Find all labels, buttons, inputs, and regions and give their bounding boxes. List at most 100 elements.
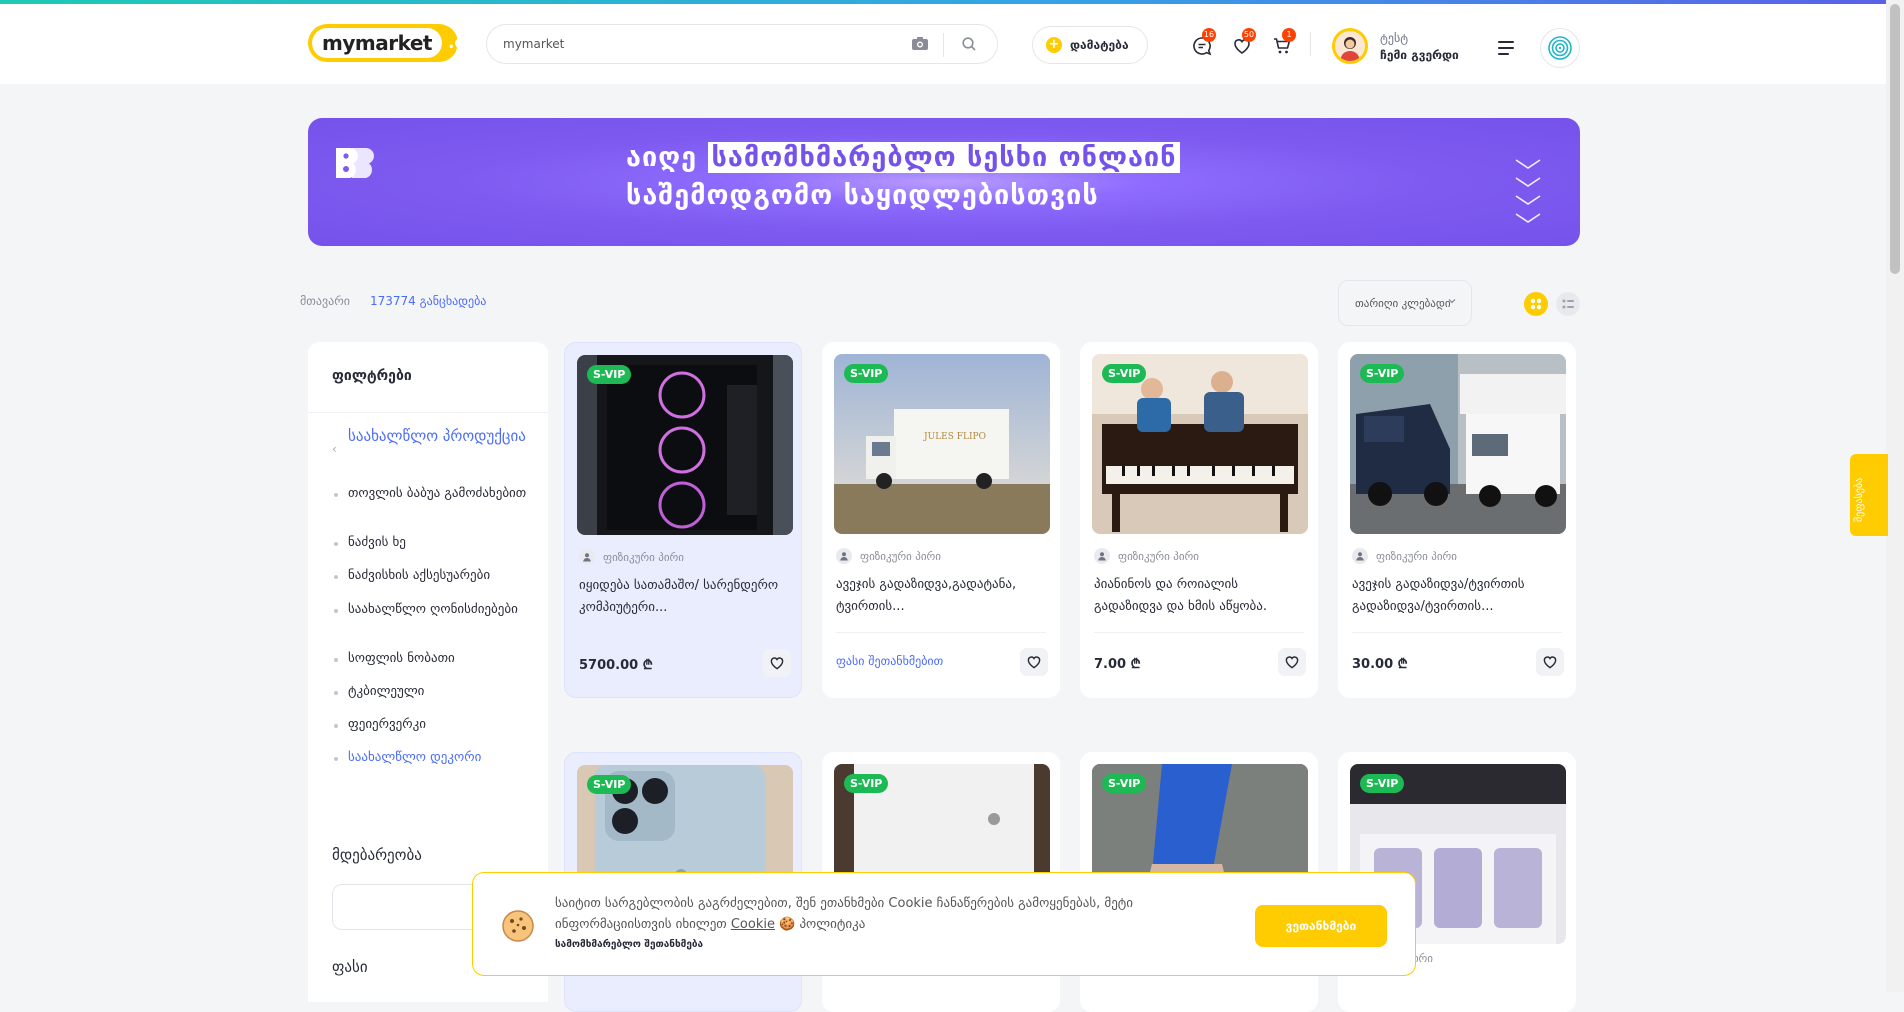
logo-suffix: .ge — [447, 33, 479, 53]
svip-badge: S-VIP — [1360, 774, 1405, 793]
subcategory-item[interactable]: თოვლის ბაბუა გამოძახებით — [334, 484, 538, 504]
product-price: 30.00 ₾ — [1352, 657, 1408, 672]
sort-select[interactable]: თარიღი კლებადი — [1338, 280, 1472, 326]
subcategory-item-active[interactable]: საახალწლო დეკორი — [334, 748, 538, 768]
logo[interactable]: mymarket .ge — [308, 24, 478, 62]
favorite-button[interactable] — [1278, 648, 1306, 676]
grid-icon — [1530, 298, 1542, 310]
chevron-down-icon — [1448, 299, 1456, 304]
price-title: ფასი — [332, 958, 368, 976]
subcategory-item[interactable]: ნაძვისხის აქსესუარები — [334, 566, 538, 586]
accept-cookies-button[interactable]: ვეთანხმები — [1255, 905, 1387, 947]
favorites-button[interactable]: 50 — [1232, 28, 1256, 60]
search-divider — [943, 33, 944, 57]
bank-logo-icon — [334, 146, 378, 189]
seller-type: ფიზიკური პირი — [1352, 548, 1457, 564]
feedback-label: შეფასება — [1854, 477, 1865, 522]
product-card[interactable]: S-VIP ფიზიკური პირი იყიდება სათამაშო/ სა… — [564, 342, 802, 698]
filters-divider — [308, 412, 548, 413]
subcategory-item[interactable]: ფეიერვერკი — [334, 715, 538, 735]
favorite-button[interactable] — [763, 649, 791, 677]
seller-label: ფიზიკური პირი — [1376, 549, 1458, 563]
person-icon — [1352, 548, 1368, 564]
seller-type: ფიზიკური პირი — [1094, 548, 1199, 564]
grid-view-button[interactable] — [1524, 292, 1548, 316]
product-card[interactable]: S-VIP ფიზიკური პირი პიანინოს და როიალის … — [1080, 342, 1318, 698]
user-page-link[interactable]: ჩემი გვერდი — [1380, 48, 1459, 62]
subcategory-item[interactable]: ტკბილეული — [334, 682, 538, 702]
chevron-left-icon[interactable]: ‹ — [332, 442, 337, 456]
cart-button[interactable]: 1 — [1272, 28, 1296, 60]
banner-line-1: აიღე სამომხმარებლო სესხი ონლაინ — [626, 142, 1181, 173]
cookie-policy-link[interactable]: Cookie — [731, 917, 775, 932]
product-card[interactable]: JULES FLIPO S-VIP ფიზიკური პირი ავეჯის გ… — [822, 342, 1060, 698]
card-divider — [1094, 632, 1304, 633]
promo-banner[interactable]: აიღე სამომხმარებლო სესხი ონლაინ საშემოდგ… — [308, 118, 1580, 246]
card-divider — [1352, 632, 1562, 633]
search-box[interactable]: mymarket — [486, 24, 998, 64]
svip-badge: S-VIP — [1102, 364, 1147, 383]
breadcrumb-home[interactable]: მთავარი — [300, 294, 350, 308]
user-agreement-link[interactable]: სამომხმარებლო შეთანხმება — [555, 939, 703, 950]
header-separator — [1310, 32, 1311, 56]
seller-type: ფიზიკური პირი — [579, 549, 684, 565]
banner-line-1-plain: აიღე — [626, 142, 698, 173]
svip-badge: S-VIP — [1360, 364, 1405, 383]
subcategory-item[interactable]: ნაძვის ხე — [334, 533, 538, 553]
cookie-icon — [501, 909, 535, 947]
user-name[interactable]: ტესტ — [1380, 31, 1408, 45]
camera-icon[interactable] — [911, 36, 929, 56]
seller-type: ფიზიკური პირი — [836, 548, 941, 564]
scrollbar-thumb[interactable] — [1890, 4, 1900, 274]
product-title[interactable]: იყიდება სათამაშო/ სარენდერო კომპიუტერი..… — [579, 575, 789, 619]
product-title[interactable]: ავეჯის გადაზიდვა,გადატანა, ტვირთის... — [836, 574, 1046, 618]
product-price: 5700.00 ₾ — [579, 658, 653, 673]
svip-badge: S-VIP — [844, 364, 889, 383]
seller-label: ფიზიკური პირი — [860, 549, 942, 563]
cookie-banner: საიტით სარგებლობის გაგრძელებით, შენ ეთან… — [472, 872, 1416, 976]
heart-icon — [1027, 656, 1041, 669]
cookie-small-icon: 🍪 — [779, 917, 796, 932]
subcategory-item[interactable]: საახალწლო ღონისძიებები — [334, 600, 538, 620]
svip-badge: S-VIP — [1102, 774, 1147, 793]
messages-button[interactable]: 16 — [1192, 28, 1216, 60]
header: mymarket .ge mymarket + დამატება 16 50 1… — [0, 4, 1886, 84]
list-view-button[interactable] — [1556, 292, 1580, 316]
person-icon — [836, 548, 852, 564]
avatar[interactable] — [1332, 28, 1368, 64]
person-icon — [1094, 548, 1110, 564]
seller-label: ფიზიკური პირი — [1118, 549, 1200, 563]
banner-line-1-highlight: სამომხმარებლო სესხი ონლაინ — [707, 142, 1181, 173]
add-listing-label: დამატება — [1070, 38, 1129, 52]
product-title[interactable]: პიანინოს და როიალის გადაზიდვა და ხმის აწ… — [1094, 574, 1304, 618]
menu-icon[interactable] — [1498, 40, 1516, 59]
svip-badge: S-VIP — [587, 775, 632, 794]
add-listing-button[interactable]: + დამატება — [1032, 26, 1148, 64]
filters-title: ფილტრები — [332, 368, 412, 384]
heart-icon — [1543, 656, 1557, 669]
heart-icon — [770, 657, 784, 670]
heart-icon — [1285, 656, 1299, 669]
search-icon[interactable] — [961, 36, 977, 56]
cookie-text: საიტით სარგებლობის გაგრძელებით, შენ ეთან… — [555, 896, 1134, 932]
search-input[interactable]: mymarket — [503, 37, 564, 51]
tbc-id-button[interactable] — [1540, 28, 1580, 68]
feedback-tab[interactable]: შეფასება — [1850, 454, 1888, 536]
location-title: მდებარეობა — [332, 846, 422, 864]
product-title[interactable]: ავეჯის გადაზიდვა/ტვირთის გადაზიდვა/ტვირთ… — [1352, 574, 1562, 618]
subcategory-item[interactable]: სოფლის ნობათი — [334, 649, 538, 669]
chevrons-down-icon — [1514, 158, 1542, 232]
person-icon — [579, 549, 595, 565]
product-card[interactable]: S-VIP ფიზიკური პირი ავეჯის გადაზიდვა/ტვი… — [1338, 342, 1576, 698]
favorite-button[interactable] — [1536, 648, 1564, 676]
sort-selected: თარიღი კლებადი — [1355, 297, 1451, 310]
fingerprint-icon — [1548, 36, 1572, 60]
product-price: 7.00 ₾ — [1094, 657, 1141, 672]
list-icon — [1562, 299, 1574, 309]
product-price: ფასი შეთანხმებით — [836, 654, 944, 668]
favorite-button[interactable] — [1020, 648, 1048, 676]
messages-badge: 16 — [1202, 28, 1216, 42]
cart-badge: 1 — [1282, 28, 1296, 42]
category-main[interactable]: საახალწლო პროდუქცია — [348, 424, 528, 448]
breadcrumb-count: 173774 განცხადება — [370, 294, 487, 308]
